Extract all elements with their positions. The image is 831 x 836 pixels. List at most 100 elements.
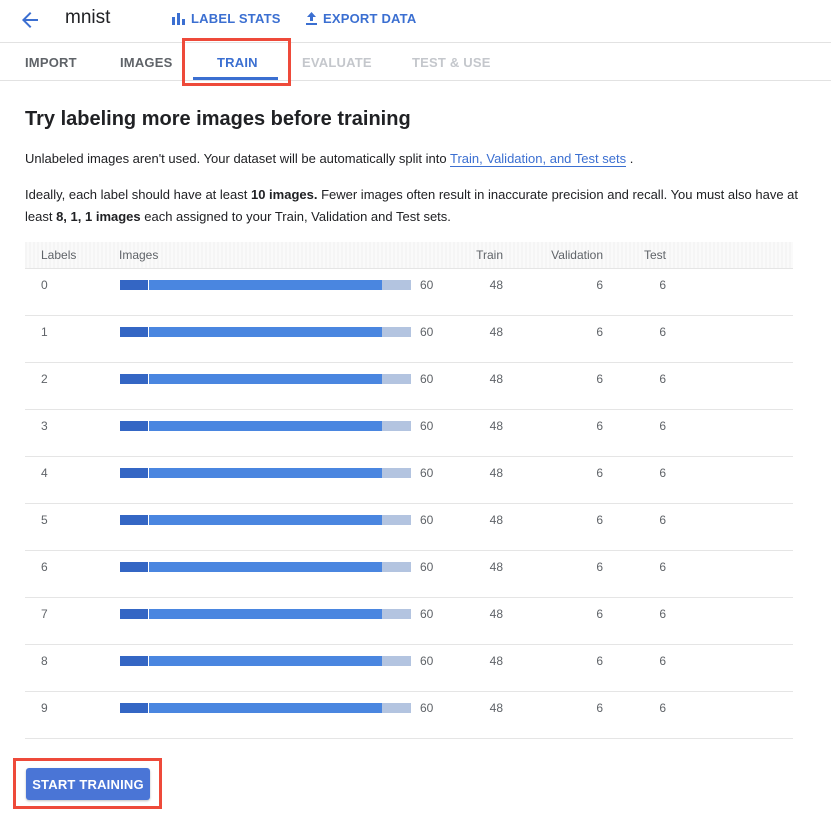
tab-evaluate: EVALUATE: [302, 55, 372, 70]
row-images-count: 60: [420, 278, 434, 292]
bar-segment-c: [382, 374, 411, 384]
bar-segment-a: [120, 280, 148, 290]
export-data-button[interactable]: EXPORT DATA: [305, 11, 416, 26]
row-images-count: 60: [420, 607, 434, 621]
bar-segment-a: [120, 421, 148, 431]
row-test-count: 6: [659, 325, 666, 339]
tab-test-and-use: TEST & USE: [412, 55, 491, 70]
requirements-description: Ideally, each label should have at least…: [25, 184, 805, 228]
requirements-split-counts: 8, 1, 1 images: [56, 209, 141, 224]
row-train-count: 48: [489, 466, 503, 480]
row-validation-count: 6: [596, 325, 603, 339]
row-train-count: 48: [489, 513, 503, 527]
images-split-bar: [120, 562, 411, 572]
bar-segment-c: [382, 656, 411, 666]
row-images-count: 60: [420, 325, 434, 339]
tab-train[interactable]: TRAIN: [217, 55, 258, 70]
bar-segment-b: [149, 374, 382, 384]
bar-segment-c: [382, 421, 411, 431]
top-bar: mnist LABEL STATS EXPORT DATA: [0, 0, 831, 42]
bar-segment-c: [382, 280, 411, 290]
header-test: Test: [643, 248, 666, 262]
row-label: 1: [41, 325, 48, 339]
table-header: Labels Images Train Validation Test: [25, 242, 793, 269]
split-description: Unlabeled images aren't used. Your datas…: [25, 151, 634, 167]
active-tab-indicator: [193, 77, 278, 80]
images-split-bar: [120, 421, 411, 431]
requirements-min-images: 10 images.: [250, 187, 318, 202]
row-label: 7: [41, 607, 48, 621]
row-label: 2: [41, 372, 48, 386]
split-description-end: .: [626, 151, 634, 166]
row-validation-count: 6: [596, 701, 603, 715]
row-label: 4: [41, 466, 48, 480]
row-train-count: 48: [489, 654, 503, 668]
tab-images[interactable]: IMAGES: [120, 55, 172, 70]
row-test-count: 6: [659, 513, 666, 527]
bar-segment-c: [382, 515, 411, 525]
row-validation-count: 6: [596, 513, 603, 527]
row-train-count: 48: [489, 607, 503, 621]
tab-import[interactable]: IMPORT: [25, 55, 77, 70]
export-data-label: EXPORT DATA: [323, 11, 417, 26]
split-sets-link[interactable]: Train, Validation, and Test sets: [450, 151, 627, 167]
images-split-bar: [120, 468, 411, 478]
label-split-table: Labels Images Train Validation Test 0 60…: [25, 242, 793, 739]
bar-segment-b: [149, 656, 382, 666]
start-training-button[interactable]: START TRAINING: [26, 768, 150, 800]
images-split-bar: [120, 703, 411, 713]
row-train-count: 48: [489, 560, 503, 574]
table-row: 3 60 48 6 6: [25, 410, 793, 457]
bar-segment-b: [149, 280, 382, 290]
row-train-count: 48: [489, 372, 503, 386]
bar-chart-icon: [172, 13, 185, 25]
row-label: 3: [41, 419, 48, 433]
header-labels: Labels: [41, 248, 77, 262]
requirements-text-1: Ideally, each label should have at least: [25, 187, 251, 202]
row-test-count: 6: [659, 466, 666, 480]
bar-segment-a: [120, 515, 148, 525]
table-row: 5 60 48 6 6: [25, 504, 793, 551]
row-test-count: 6: [659, 701, 666, 715]
requirements-text-3: each assigned to your Train, Validation …: [140, 209, 451, 224]
back-button[interactable]: [18, 8, 42, 32]
row-test-count: 6: [659, 419, 666, 433]
row-test-count: 6: [659, 278, 666, 292]
row-images-count: 60: [420, 513, 434, 527]
row-images-count: 60: [420, 466, 434, 480]
split-description-text: Unlabeled images aren't used. Your datas…: [25, 151, 450, 166]
bar-segment-b: [149, 468, 382, 478]
table-row: 9 60 48 6 6: [25, 692, 793, 739]
table-row: 0 60 48 6 6: [25, 269, 793, 316]
table-row: 7 60 48 6 6: [25, 598, 793, 645]
arrow-back-icon: [22, 12, 38, 28]
row-validation-count: 6: [596, 419, 603, 433]
images-split-bar: [120, 515, 411, 525]
bar-segment-b: [149, 562, 382, 572]
bar-segment-c: [382, 609, 411, 619]
bar-segment-c: [382, 468, 411, 478]
row-train-count: 48: [489, 325, 503, 339]
dataset-title: mnist: [65, 7, 111, 28]
row-validation-count: 6: [596, 466, 603, 480]
table-row: 8 60 48 6 6: [25, 645, 793, 692]
bar-segment-a: [120, 562, 148, 572]
table-row: 2 60 48 6 6: [25, 363, 793, 410]
bar-segment-b: [149, 327, 382, 337]
header-images: Images: [119, 248, 159, 262]
images-split-bar: [120, 327, 411, 337]
row-images-count: 60: [420, 560, 434, 574]
bar-segment-b: [149, 703, 382, 713]
images-split-bar: [120, 280, 411, 290]
header-validation: Validation: [551, 248, 603, 262]
row-validation-count: 6: [596, 560, 603, 574]
row-test-count: 6: [659, 607, 666, 621]
bar-segment-a: [120, 703, 148, 713]
row-train-count: 48: [489, 419, 503, 433]
row-test-count: 6: [659, 654, 666, 668]
bar-segment-a: [120, 656, 148, 666]
row-label: 0: [41, 278, 48, 292]
row-validation-count: 6: [596, 654, 603, 668]
images-split-bar: [120, 374, 411, 384]
label-stats-button[interactable]: LABEL STATS: [172, 11, 281, 26]
